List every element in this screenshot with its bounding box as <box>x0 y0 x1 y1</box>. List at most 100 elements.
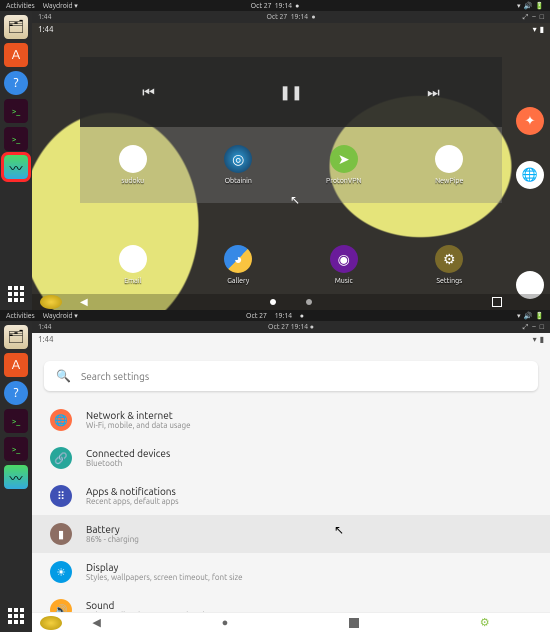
connected-devices-icon: 🔗 <box>50 447 72 469</box>
nav-bar: ◀ <box>32 294 550 310</box>
settings-item-connected[interactable]: 🔗 Connected devicesBluetooth <box>32 439 550 477</box>
android-status-bar[interactable]: 1:44 ▾ ▮ <box>32 23 550 35</box>
waydroid-icon[interactable]: 〰 <box>4 155 28 179</box>
terminal-icon-2[interactable]: >_ <box>4 127 28 151</box>
next-button[interactable]: ⏭ <box>427 84 440 101</box>
close-button[interactable]: □ <box>540 13 544 22</box>
status-time: 1:44 <box>38 335 54 344</box>
settings-item-network[interactable]: 🌐 Network & internetWi-Fi, mobile, and d… <box>32 401 550 439</box>
terminal-icon[interactable]: >_ <box>4 99 28 123</box>
display-icon: ☀ <box>50 561 72 583</box>
music-app[interactable]: ◉ Music <box>308 245 380 285</box>
show-apps-button[interactable] <box>4 604 28 628</box>
settings-search[interactable]: 🔍 <box>44 361 538 391</box>
settings-list: 🌐 Network & internetWi-Fi, mobile, and d… <box>32 401 550 629</box>
system-tray[interactable]: ▾🔊🔋 <box>517 312 544 320</box>
play-pause-button[interactable]: ❚❚ <box>279 84 302 101</box>
settings-title: Connected devices <box>86 448 170 459</box>
status-clock: 1:44 <box>38 13 52 21</box>
close-button[interactable]: □ <box>540 323 544 332</box>
settings-title: Sound <box>86 600 207 611</box>
wifi-icon: ▾ <box>533 335 537 344</box>
resize-icon[interactable]: ⤢ <box>523 13 529 22</box>
previous-button[interactable]: ⏮ <box>142 84 155 101</box>
app-menu[interactable]: Waydroid ▾ <box>43 2 78 10</box>
files-icon[interactable]: 🗂 <box>4 325 28 349</box>
window-titlebar: 1:44 Oct 27 19:14 ● ⤢ – □ <box>32 11 550 23</box>
protonvpn-app[interactable]: ➤ProtonVPN <box>308 145 380 185</box>
app-label: Settings <box>436 277 462 285</box>
gallery-app[interactable]: ◕Gallery <box>202 245 274 285</box>
terminal-icon[interactable]: >_ <box>4 409 28 433</box>
back-button[interactable]: ◀ <box>92 616 100 629</box>
email-icon: @ <box>119 245 147 273</box>
sudoku-app[interactable]: ⊞ sudoku <box>97 145 169 185</box>
help-icon[interactable]: ? <box>4 381 28 405</box>
app-label: sudoku <box>121 177 144 185</box>
system-tray[interactable]: ▾ 🔊 🔋 <box>517 2 544 10</box>
settings-app[interactable]: ⚙Settings <box>413 245 485 285</box>
app-drawer-handle[interactable] <box>40 295 62 309</box>
mouse-cursor: ↖ <box>290 193 300 207</box>
music-icon: ◉ <box>330 245 358 273</box>
software-store-icon[interactable]: A <box>4 353 28 377</box>
settings-item-display[interactable]: ☀ DisplayStyles, wallpapers, screen time… <box>32 553 550 591</box>
app-label: ProtonVPN <box>326 177 361 185</box>
terminal-icon-2[interactable]: >_ <box>4 437 28 461</box>
settings-subtitle: Styles, wallpapers, screen timeout, font… <box>86 573 243 582</box>
topbar-date: Oct 27 <box>251 2 272 10</box>
minimize-button[interactable]: – <box>532 13 535 22</box>
settings-item-apps[interactable]: ⠿ Apps & notificationsRecent apps, defau… <box>32 477 550 515</box>
settings-subtitle: Recent apps, default apps <box>86 497 179 506</box>
status-clock: 1:44 <box>38 323 52 331</box>
show-apps-button[interactable] <box>4 282 28 306</box>
back-button[interactable]: ◀ <box>80 296 88 308</box>
files-icon[interactable]: 🗂 <box>4 15 28 39</box>
waydroid-icon[interactable]: 〰 <box>4 465 28 489</box>
apps-notifications-icon: ⠿ <box>50 485 72 507</box>
help-icon[interactable]: ? <box>4 71 28 95</box>
app-label: NewPipe <box>435 177 463 185</box>
tray-network-icon: ▾ <box>517 2 521 10</box>
sudoku-icon: ⊞ <box>119 145 147 173</box>
app-label: Email <box>124 277 141 285</box>
activities-button[interactable]: Activities <box>6 2 35 10</box>
app-label: Obtainin <box>225 177 252 185</box>
newpipe-app[interactable]: ▶NewPipe <box>413 145 485 185</box>
settings-title: Battery <box>86 524 139 535</box>
gnome-top-bar: Activities Waydroid ▾ Oct 27 19:14 ● ▾🔊🔋 <box>0 310 550 321</box>
mouse-cursor: ↖ <box>334 523 344 537</box>
app-label: Gallery <box>227 277 249 285</box>
search-input[interactable] <box>81 371 526 382</box>
app-menu[interactable]: Waydroid ▾ <box>43 312 78 320</box>
settings-title: Network & internet <box>86 410 191 421</box>
app-drawer-handle[interactable] <box>40 616 62 630</box>
gnome-top-bar: Activities Waydroid ▾ Oct 27 19:14 ● ▾ 🔊… <box>0 0 550 11</box>
settings-nav-icon[interactable]: ⚙ <box>480 616 490 629</box>
minimize-button[interactable]: – <box>532 323 535 332</box>
recents-button[interactable] <box>492 297 502 307</box>
home-button[interactable]: ● <box>222 617 229 629</box>
app-label: Music <box>335 277 353 285</box>
settings-item-battery[interactable]: ▮ Battery86% - charging <box>32 515 550 553</box>
search-icon: 🔍 <box>56 369 71 383</box>
obtainium-app[interactable]: ◎Obtainin <box>202 145 274 185</box>
battery-icon: ▮ <box>540 335 544 344</box>
page-indicator <box>270 299 312 305</box>
floating-bubble-1[interactable]: ✦ <box>516 107 544 135</box>
settings-subtitle: Wi-Fi, mobile, and data usage <box>86 421 191 430</box>
tray-battery-icon: 🔋 <box>535 2 544 10</box>
topbar-time: 19:14 <box>275 2 293 10</box>
settings-subtitle: 86% - charging <box>86 535 139 544</box>
email-app[interactable]: @ Email <box>97 245 169 285</box>
activities-button[interactable]: Activities <box>6 312 35 320</box>
resize-icon[interactable]: ⤢ <box>523 323 529 332</box>
battery-icon: ▮ <box>50 523 72 545</box>
software-store-icon[interactable]: A <box>4 43 28 67</box>
app-row: @ Email ◕Gallery ◉ Music ⚙Settings <box>80 245 502 285</box>
android-status-bar[interactable]: 1:44 ▾▮ <box>32 333 550 345</box>
nav-bar: ◀ ● ⚙ <box>32 612 550 632</box>
recents-button[interactable] <box>349 618 359 628</box>
floating-bubble-2[interactable]: 🌐 <box>516 161 544 189</box>
dock: 🗂 A ? >_ >_ 〰 <box>0 11 32 310</box>
